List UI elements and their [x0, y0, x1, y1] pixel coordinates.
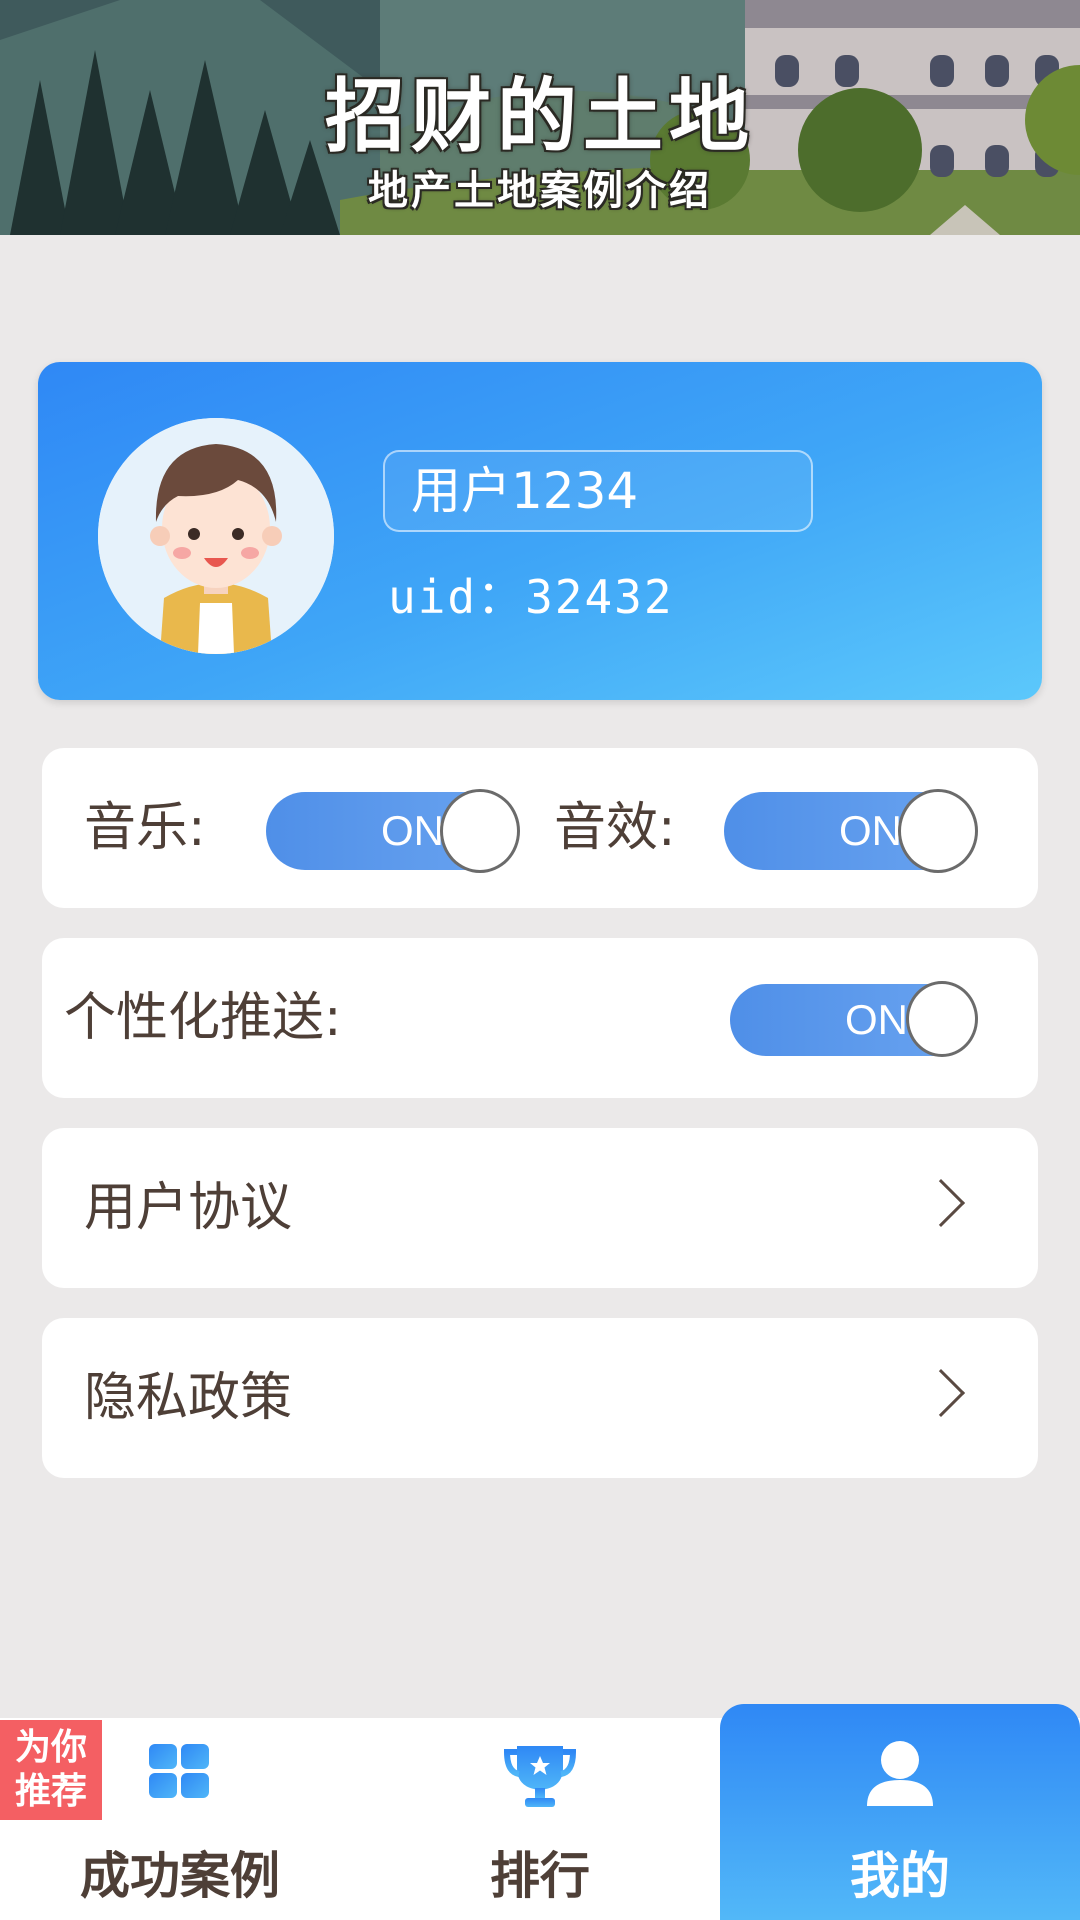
sound-settings-card: 音乐: ON 音效: ON: [42, 748, 1038, 908]
sfx-label: 音效:: [554, 798, 676, 858]
privacy-policy-row[interactable]: 隐私政策: [42, 1318, 1038, 1478]
nav-label: 成功案例: [80, 1847, 280, 1905]
user-icon: [865, 1740, 935, 1812]
nav-label: 我的: [850, 1847, 950, 1905]
avatar-illustration: [98, 418, 334, 654]
bottom-nav: 成功案例 排行 我的: [0, 1704, 1080, 1920]
page-title: 招财的土地: [325, 70, 755, 163]
nav-label: 排行: [490, 1847, 590, 1905]
nav-tab-ranking[interactable]: 排行: [360, 1718, 720, 1920]
privacy-policy-label: 隐私政策: [84, 1368, 293, 1428]
header-banner: 招财的土地 地产土地案例介绍: [0, 0, 1080, 235]
toggle-knob: [906, 981, 978, 1057]
recommend-badge[interactable]: 为你推荐: [0, 1720, 102, 1820]
trophy-icon: [503, 1742, 577, 1814]
push-toggle-state: ON: [845, 996, 908, 1043]
page-subtitle: 地产土地案例介绍: [368, 168, 712, 214]
toggle-knob: [898, 789, 978, 873]
chevron-right-icon: [916, 1178, 966, 1228]
profile-card: 用户1234 uid：32432: [38, 362, 1042, 700]
user-agreement-row[interactable]: 用户协议: [42, 1128, 1038, 1288]
username-field[interactable]: 用户1234: [383, 450, 813, 532]
uid-value: 32432: [525, 570, 674, 624]
uid-label: uid：: [388, 570, 526, 624]
push-toggle[interactable]: ON: [730, 981, 978, 1057]
push-settings-card: 个性化推送: ON: [42, 938, 1038, 1098]
sfx-toggle[interactable]: ON: [724, 789, 978, 873]
user-agreement-label: 用户协议: [84, 1178, 293, 1238]
music-label: 音乐:: [84, 798, 206, 858]
toggle-knob: [440, 789, 520, 873]
uid-row: uid：32432: [388, 562, 674, 632]
sfx-toggle-state: ON: [839, 807, 902, 854]
avatar[interactable]: [98, 418, 334, 654]
music-toggle[interactable]: ON: [266, 789, 520, 873]
nav-tab-mine[interactable]: 我的: [720, 1704, 1080, 1920]
music-toggle-state: ON: [381, 807, 444, 854]
push-label: 个性化推送:: [64, 988, 342, 1048]
chevron-right-icon: [916, 1368, 966, 1418]
grid-icon: [147, 1742, 213, 1806]
